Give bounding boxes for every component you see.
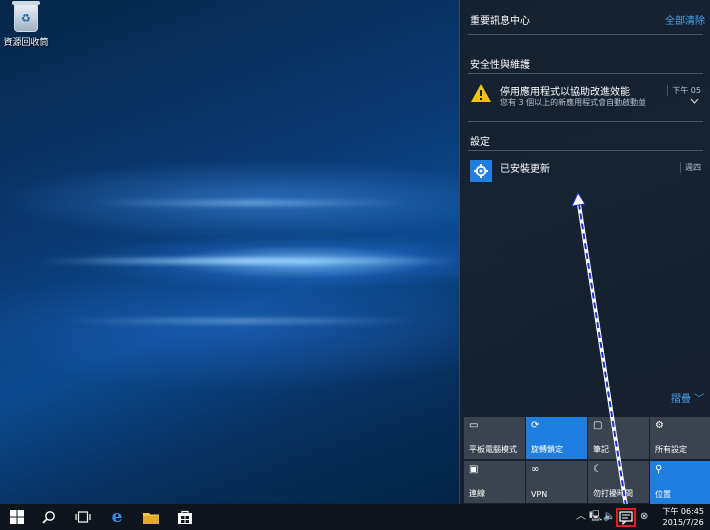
- group-title-settings: 設定: [470, 137, 490, 148]
- edge-browser-button[interactable]: e: [100, 504, 134, 530]
- quick-action-label: 所有設定: [655, 445, 687, 454]
- warning-icon: [470, 83, 494, 107]
- quick-action-rotation-lock[interactable]: ⟳ 旋轉鎖定: [526, 417, 587, 459]
- collapse-label: 摺疊: [671, 394, 691, 405]
- action-center-header: 重要訊息中心 全部清除: [470, 12, 705, 27]
- recycle-bin-label: 資源回收筒: [3, 38, 49, 48]
- store-icon: [178, 510, 192, 524]
- clock-time: 下午 06:45: [662, 507, 704, 516]
- quick-action-label: VPN: [531, 490, 548, 499]
- action-center-title: 重要訊息中心: [470, 16, 530, 27]
- quick-action-all-settings[interactable]: ⚙ 所有設定: [650, 417, 710, 459]
- quick-action-label: 平板電腦模式: [469, 445, 517, 454]
- quick-action-label: 筆記: [593, 445, 609, 454]
- file-explorer-button[interactable]: [134, 504, 168, 530]
- folder-icon: [143, 512, 159, 524]
- quick-action-connect[interactable]: ▣ 連線: [464, 461, 525, 503]
- action-center-icon: [619, 511, 633, 526]
- quick-action-label: 位置: [655, 490, 671, 499]
- location-icon: ⚲: [655, 464, 663, 475]
- keyboard-input-icon[interactable]: ⊗: [640, 511, 648, 523]
- windows-logo-icon: [10, 510, 24, 524]
- gear-icon: ⚙: [655, 420, 664, 431]
- recycle-bin-icon: ♻: [12, 1, 40, 32]
- start-button[interactable]: [0, 504, 34, 530]
- divider: [468, 121, 703, 122]
- moon-icon: ☾: [593, 464, 602, 475]
- task-view-icon: [75, 511, 91, 523]
- quick-action-location[interactable]: ⚲ 位置: [650, 461, 710, 504]
- show-hidden-icons-chevron-up-icon[interactable]: ︿: [576, 511, 586, 523]
- wallpaper-light-beam: [90, 200, 410, 206]
- notification-title: 停用應用程式以協助改進效能: [500, 87, 630, 98]
- network-icon[interactable]: 🖳: [589, 511, 602, 523]
- search-icon: [42, 511, 55, 524]
- wallpaper-light-beam: [40, 258, 460, 264]
- connect-icon: ▣: [469, 464, 479, 475]
- volume-icon[interactable]: 🔈: [603, 511, 615, 523]
- group-title-security: 安全性與維護: [470, 60, 530, 71]
- notification-settings[interactable]: 已安裝更新 週四: [468, 160, 705, 188]
- notification-body: 您有 3 個以上的新應用程式會自動啟動並: [500, 98, 647, 107]
- task-view-button[interactable]: [66, 504, 100, 530]
- tablet-mode-icon: ▭: [469, 420, 479, 431]
- notification-security[interactable]: 停用應用程式以協助改進效能 您有 3 個以上的新應用程式會自動啟動並 下午 05: [468, 83, 705, 113]
- quick-action-vpn[interactable]: ∞ VPN: [526, 461, 587, 503]
- quick-action-tablet-mode[interactable]: ▭ 平板電腦模式: [464, 417, 525, 459]
- clear-all-link[interactable]: 全部清除: [665, 12, 705, 27]
- taskbar-clock[interactable]: 下午 06:45 2015/7/26: [662, 506, 704, 528]
- notification-time: 下午 05: [667, 85, 701, 96]
- notification-time: 週四: [680, 162, 701, 173]
- quick-action-quiet-hours[interactable]: ☾ 勿打擾時間: [588, 461, 649, 503]
- divider: [468, 150, 703, 151]
- store-button[interactable]: [168, 504, 202, 530]
- clock-date: 2015/7/26: [662, 518, 704, 527]
- edge-icon: e: [111, 507, 123, 527]
- wallpaper-light-beam: [60, 318, 420, 324]
- divider: [468, 73, 703, 74]
- settings-gear-icon: [470, 160, 494, 184]
- rotation-lock-icon: ⟳: [531, 420, 540, 431]
- expand-chevron-icon[interactable]: [690, 97, 699, 107]
- quick-action-note[interactable]: ▢ 筆記: [588, 417, 649, 459]
- search-button[interactable]: [32, 504, 66, 530]
- vpn-icon: ∞: [531, 464, 540, 475]
- quick-action-label: 旋轉鎖定: [531, 445, 563, 454]
- taskbar: e ︿ 🖳 🔈 ⊗ 下午 06:45 2015/7/26: [0, 504, 710, 530]
- note-icon: ▢: [593, 420, 603, 431]
- quick-action-label: 連線: [469, 489, 485, 498]
- collapse-link[interactable]: 摺疊 ﹀: [671, 390, 704, 405]
- chevron-down-icon: ﹀: [694, 394, 705, 405]
- divider: [468, 34, 703, 35]
- action-center-tray-button[interactable]: [616, 508, 636, 527]
- notification-title: 已安裝更新: [500, 164, 550, 175]
- quick-action-label: 勿打擾時間: [593, 489, 633, 498]
- recycle-bin-desktop-icon[interactable]: ♻ 資源回收筒: [0, 1, 52, 48]
